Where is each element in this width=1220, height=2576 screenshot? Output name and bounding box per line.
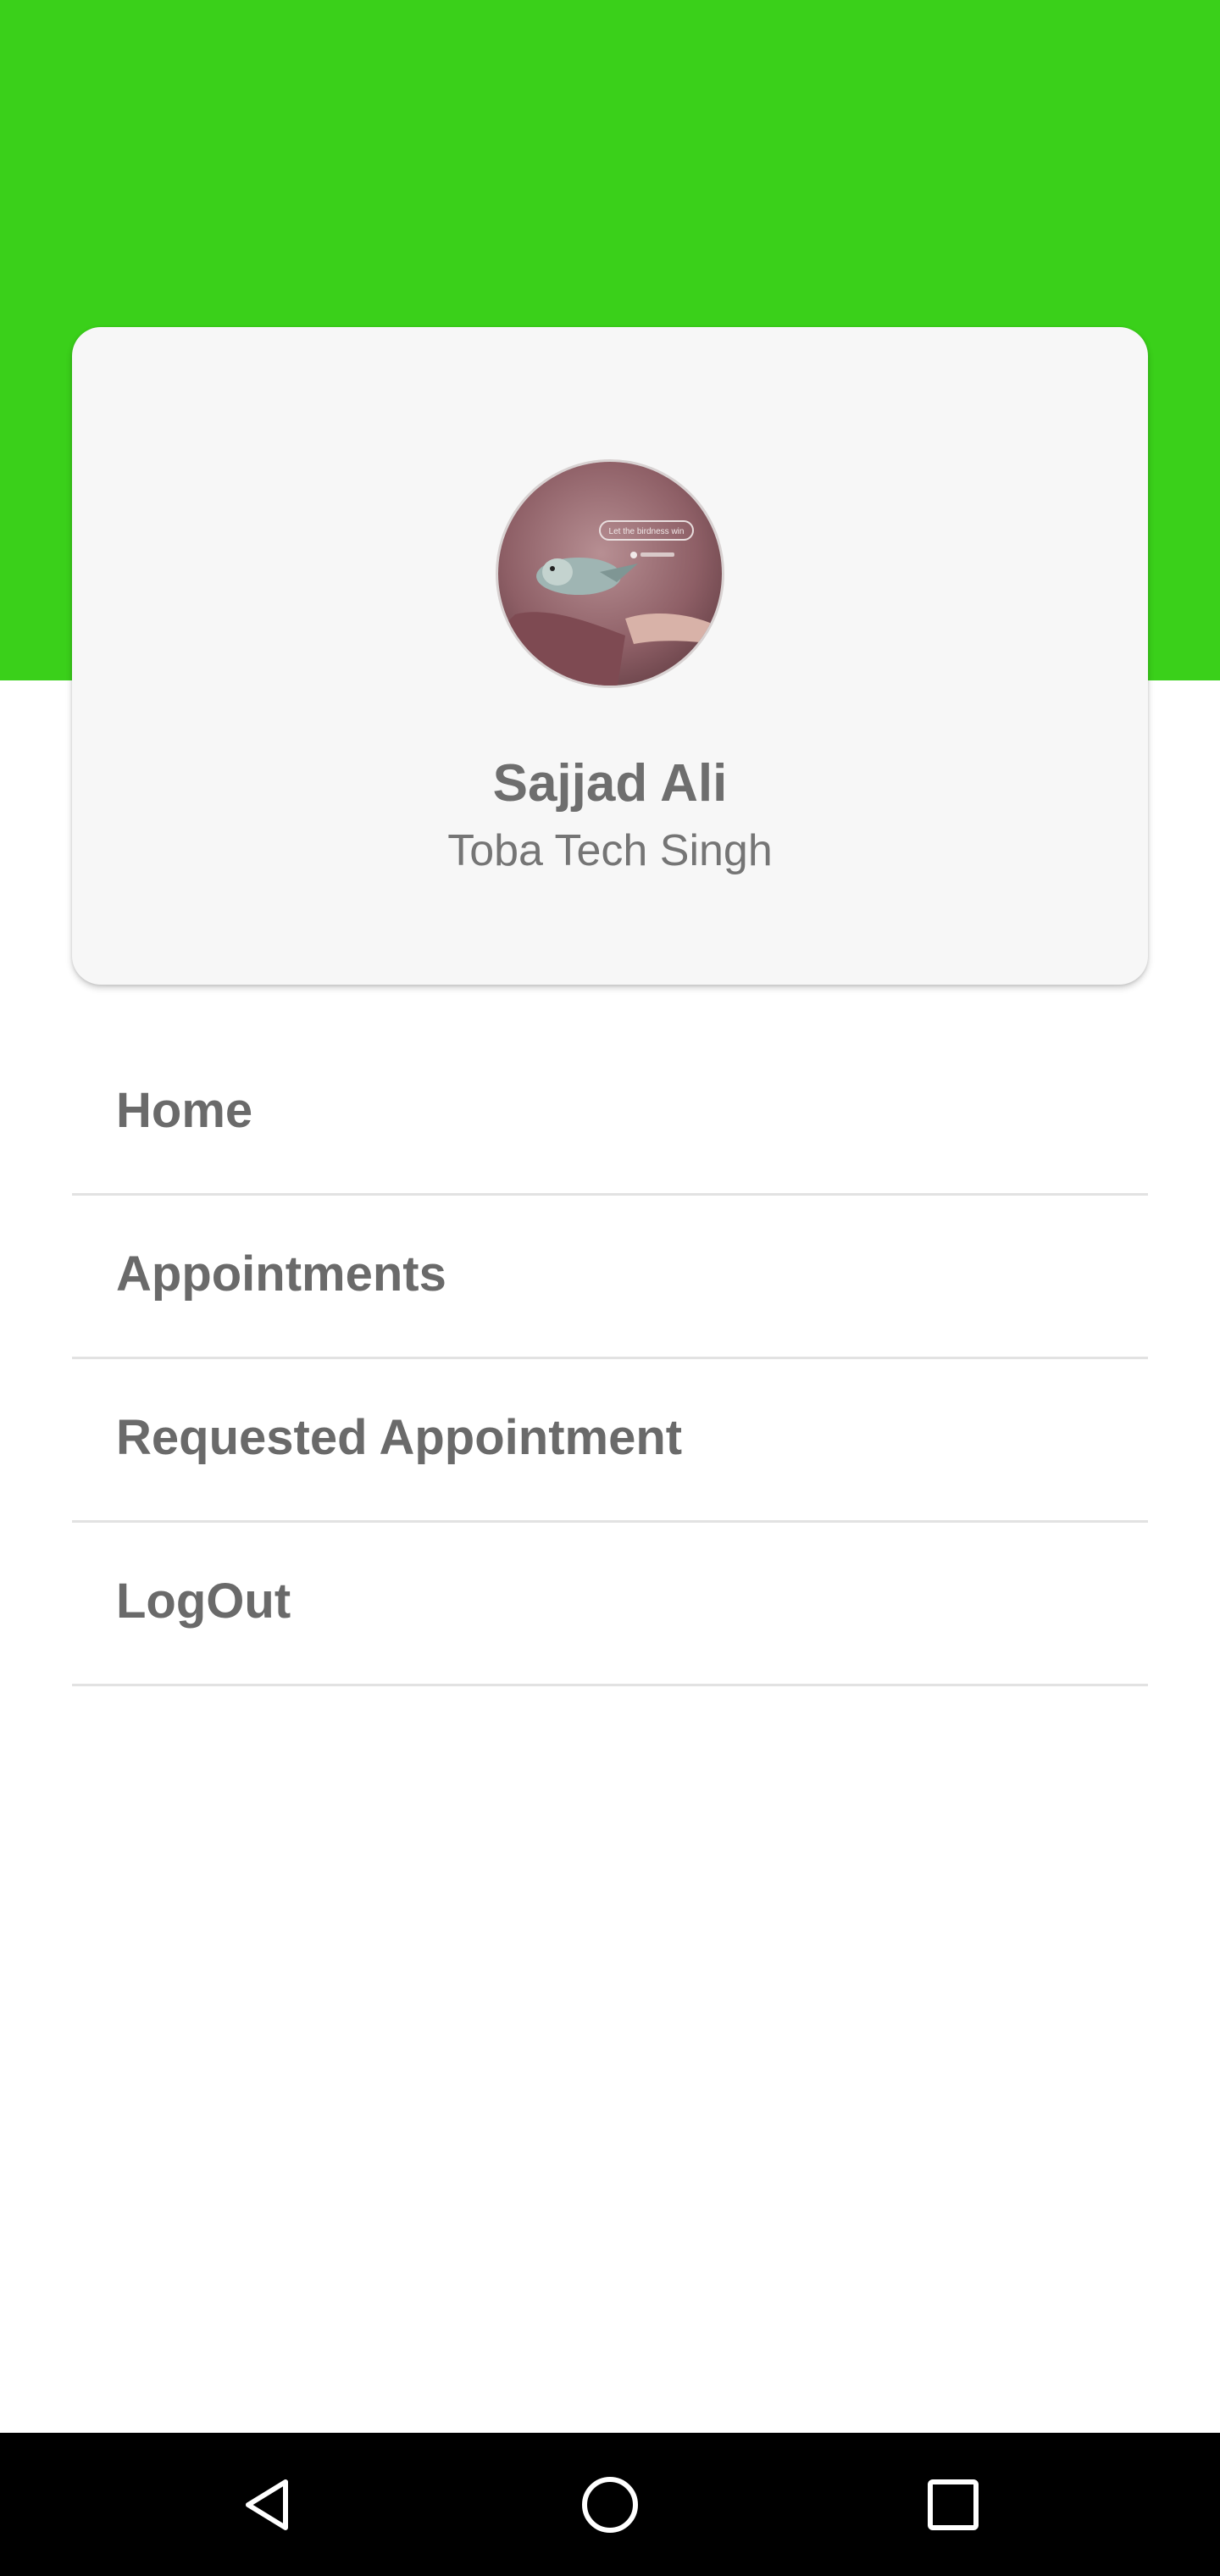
menu-item-label: LogOut xyxy=(116,1574,291,1629)
recents-button[interactable] xyxy=(885,2433,1021,2576)
menu-item-label: Requested Appointment xyxy=(116,1410,683,1465)
avatar[interactable]: Let the birdness win xyxy=(496,459,724,688)
recents-square-icon xyxy=(928,2479,979,2530)
system-navigation-bar xyxy=(0,2433,1220,2576)
home-circle-icon xyxy=(582,2476,638,2533)
menu-list: Home Appointments Requested Appointment … xyxy=(72,1032,1148,1686)
profile-city: Toba Tech Singh xyxy=(447,826,773,875)
home-button[interactable] xyxy=(542,2433,678,2576)
profile-name: Sajjad Ali xyxy=(492,754,728,813)
back-button[interactable] xyxy=(200,2433,336,2576)
back-icon xyxy=(246,2479,288,2530)
menu-item-requested-appointment[interactable]: Requested Appointment xyxy=(72,1359,1148,1523)
menu-item-label: Home xyxy=(116,1083,253,1138)
menu-item-logout[interactable]: LogOut xyxy=(72,1523,1148,1686)
profile-card: Let the birdness win Sajjad Ali Toba Tec… xyxy=(72,327,1148,985)
menu-item-appointments[interactable]: Appointments xyxy=(72,1196,1148,1359)
menu-item-label: Appointments xyxy=(116,1246,446,1302)
avatar-image: Let the birdness win xyxy=(498,462,722,686)
menu-item-home[interactable]: Home xyxy=(72,1032,1148,1196)
avatar-caption: Let the birdness win xyxy=(609,527,685,536)
